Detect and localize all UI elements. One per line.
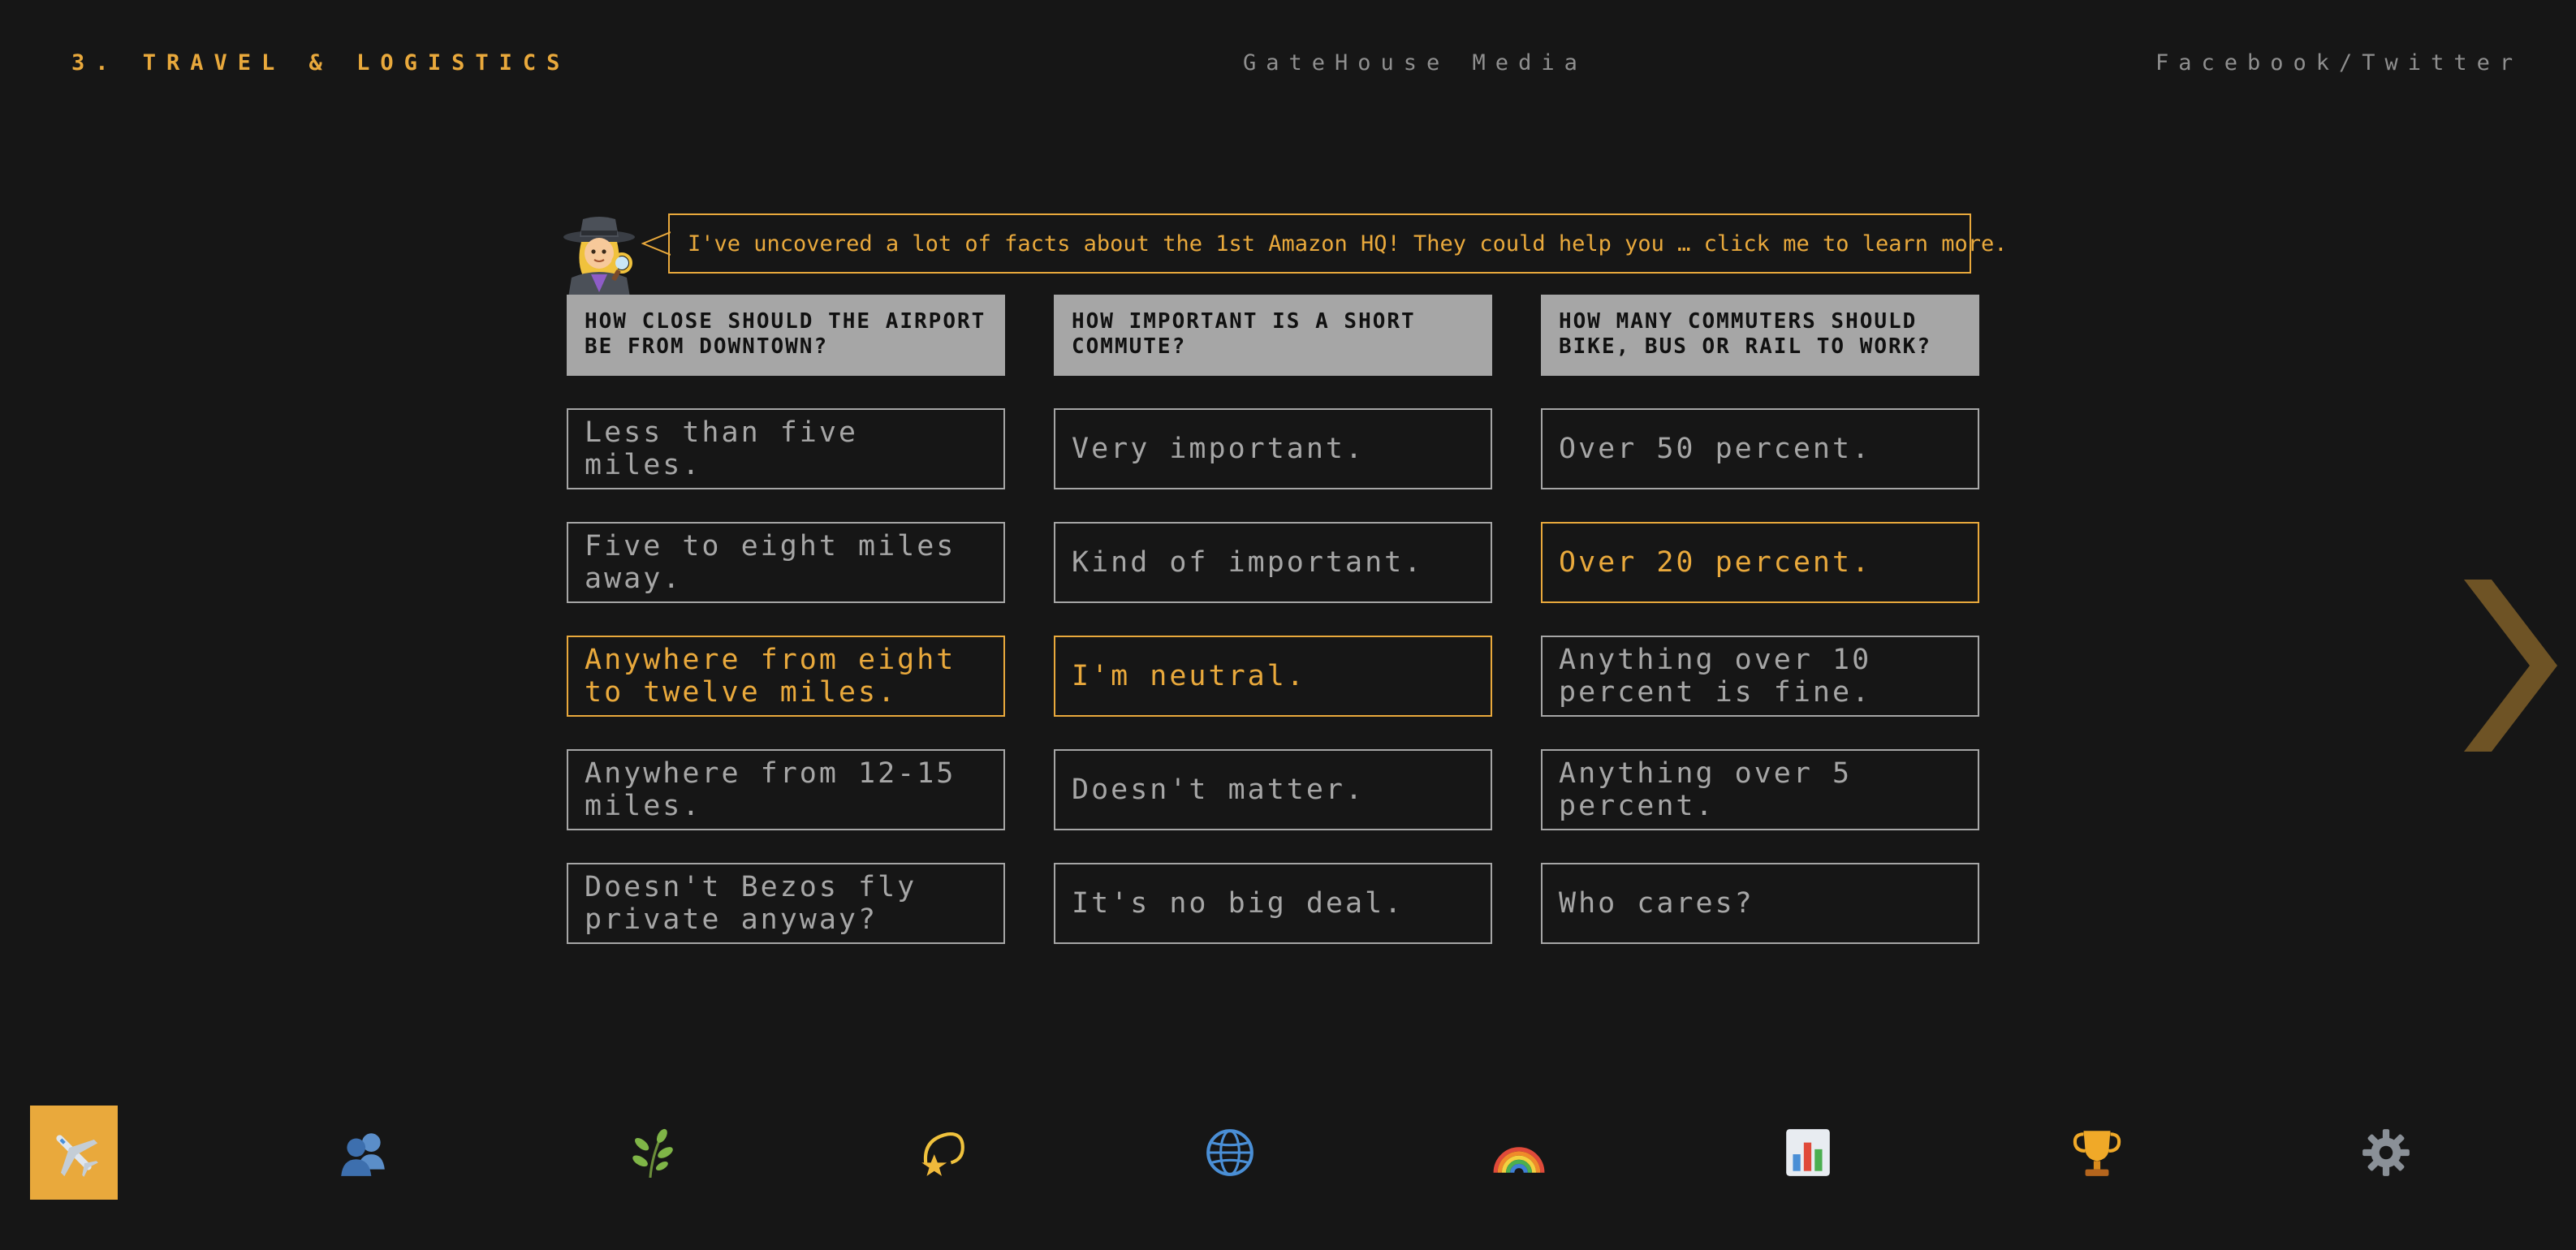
- gear-icon: [2362, 1129, 2410, 1176]
- nav-item-global[interactable]: [1186, 1106, 1274, 1200]
- question-column-airport: HOW CLOSE SHOULD THE AIRPORT BE FROM DOW…: [567, 295, 1005, 944]
- question-column-transit: HOW MANY COMMUTERS SHOULD BIKE, BUS OR R…: [1541, 295, 1979, 944]
- answer-option[interactable]: Anything over 10 percent is fine.: [1541, 636, 1979, 717]
- answer-option[interactable]: Very important.: [1054, 408, 1492, 489]
- question-header: HOW MANY COMMUTERS SHOULD BIKE, BUS OR R…: [1541, 295, 1979, 376]
- answer-option[interactable]: Anything over 5 percent.: [1541, 749, 1979, 830]
- answer-option[interactable]: Less than five miles.: [567, 408, 1005, 489]
- nav-item-culture[interactable]: [897, 1106, 985, 1200]
- airplane-icon: [56, 1135, 98, 1177]
- answer-option[interactable]: Over 50 percent.: [1541, 408, 1979, 489]
- detective-speech-bubble[interactable]: I've uncovered a lot of facts about the …: [668, 213, 2008, 274]
- question-header: HOW CLOSE SHOULD THE AIRPORT BE FROM DOW…: [567, 295, 1005, 376]
- answer-option[interactable]: Doesn't Bezos fly private anyway?: [567, 863, 1005, 944]
- answer-option[interactable]: Doesn't matter.: [1054, 749, 1492, 830]
- answer-option[interactable]: Anywhere from 12-15 miles.: [567, 749, 1005, 830]
- nav-item-people[interactable]: [319, 1106, 407, 1200]
- people-icon: [341, 1133, 385, 1176]
- question-header: HOW IMPORTANT IS A SHORT COMMUTE?: [1054, 295, 1492, 376]
- globe-icon: [1206, 1129, 1253, 1176]
- bar-chart-icon: [1786, 1129, 1830, 1176]
- top-bar: 3. TRAVEL & LOGISTICS GateHouse Media Fa…: [0, 0, 2576, 130]
- nav-item-travel[interactable]: [30, 1106, 118, 1200]
- herb-icon: [632, 1128, 673, 1179]
- nav-item-settings[interactable]: [2342, 1106, 2430, 1200]
- answer-option[interactable]: Who cares?: [1541, 863, 1979, 944]
- section-title: 3. TRAVEL & LOGISTICS: [71, 50, 571, 75]
- detective-woman-icon[interactable]: [557, 213, 641, 297]
- shooting-star-icon: [921, 1132, 964, 1176]
- social-links[interactable]: Facebook/Twitter: [2155, 50, 2522, 75]
- trophy-icon: [2073, 1131, 2121, 1176]
- speech-bubble-tail: [641, 231, 671, 256]
- question-column-commute: HOW IMPORTANT IS A SHORT COMMUTE? Very i…: [1054, 295, 1492, 944]
- nav-item-results[interactable]: [2053, 1106, 2141, 1200]
- answer-option[interactable]: I'm neutral.: [1054, 636, 1492, 717]
- bottom-navigation: [0, 1106, 2576, 1203]
- nav-item-diversity[interactable]: [1475, 1106, 1563, 1200]
- chevron-right-icon[interactable]: [2464, 580, 2557, 752]
- answer-option[interactable]: Over 20 percent.: [1541, 522, 1979, 603]
- nav-item-economy[interactable]: [1764, 1106, 1852, 1200]
- answer-option[interactable]: Five to eight miles away.: [567, 522, 1005, 603]
- answer-option[interactable]: It's no big deal.: [1054, 863, 1492, 944]
- answer-option[interactable]: Anywhere from eight to twelve miles.: [567, 636, 1005, 717]
- nav-item-environment[interactable]: [608, 1106, 696, 1200]
- brand-name[interactable]: GateHouse Media: [1243, 50, 1587, 75]
- rainbow-icon: [1493, 1147, 1545, 1174]
- answer-option[interactable]: Kind of important.: [1054, 522, 1492, 603]
